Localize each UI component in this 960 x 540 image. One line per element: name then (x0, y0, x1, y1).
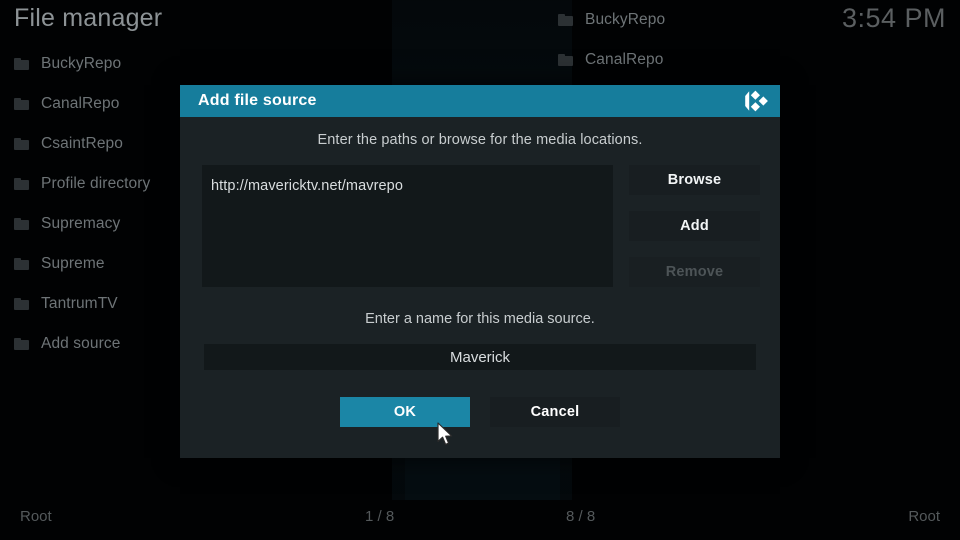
background-panel-lower (405, 455, 560, 500)
path-value[interactable]: http://mavericktv.net/mavrepo (202, 165, 613, 194)
folder-icon (14, 98, 29, 110)
kodi-screen: File manager 3:54 PM BuckyRepo CanalRepo… (0, 0, 960, 540)
kodi-logo-icon (742, 88, 768, 114)
list-item-label: Supreme (41, 255, 105, 272)
list-item-label: CanalRepo (585, 51, 664, 68)
folder-icon (14, 218, 29, 230)
list-item-label: BuckyRepo (585, 11, 666, 28)
folder-icon (14, 58, 29, 70)
folder-icon (558, 14, 573, 26)
remove-button: Remove (629, 257, 760, 287)
add-file-source-dialog: Add file source Enter the paths or brows… (180, 85, 780, 458)
source-name-input[interactable]: Maverick (204, 344, 756, 370)
dialog-hint-paths: Enter the paths or browse for the media … (317, 132, 643, 148)
folder-icon (14, 178, 29, 190)
dialog-hint-name: Enter a name for this media source. (365, 311, 595, 327)
statusbar-left-count: 1 / 8 (365, 508, 395, 525)
dialog-title: Add file source (198, 92, 317, 109)
folder-icon (14, 258, 29, 270)
ok-button[interactable]: OK (340, 397, 470, 427)
statusbar-right-path: Root (908, 508, 940, 525)
page-title: File manager (14, 4, 163, 32)
path-action-buttons: Browse Add Remove (629, 165, 760, 303)
cancel-button[interactable]: Cancel (490, 397, 620, 427)
list-item[interactable]: BuckyRepo (552, 0, 932, 40)
statusbar-right-count: 8 / 8 (566, 508, 596, 525)
browse-button[interactable]: Browse (629, 165, 760, 195)
list-item[interactable]: BuckyRepo (8, 44, 388, 84)
list-item-label: CsaintRepo (41, 135, 123, 152)
dialog-titlebar: Add file source (180, 85, 780, 117)
folder-icon (558, 54, 573, 66)
paths-row: http://mavericktv.net/mavrepo Browse Add… (202, 165, 760, 287)
list-item-label: TantrumTV (41, 295, 118, 312)
statusbar: Root 1 / 8 8 / 8 Root (0, 498, 960, 540)
list-item-label: Add source (41, 335, 121, 352)
list-item-label: BuckyRepo (41, 55, 122, 72)
list-item[interactable]: CanalRepo (552, 40, 932, 80)
folder-icon (14, 138, 29, 150)
folder-icon (14, 298, 29, 310)
dialog-actions: OK Cancel (180, 397, 780, 427)
list-item-label: Profile directory (41, 175, 151, 192)
list-item-label: Supremacy (41, 215, 121, 232)
folder-icon (14, 338, 29, 350)
statusbar-left-path: Root (20, 508, 52, 525)
path-list[interactable]: http://mavericktv.net/mavrepo (202, 165, 613, 287)
list-item-label: CanalRepo (41, 95, 120, 112)
file-list-right: BuckyRepo CanalRepo (552, 0, 932, 80)
add-button[interactable]: Add (629, 211, 760, 241)
